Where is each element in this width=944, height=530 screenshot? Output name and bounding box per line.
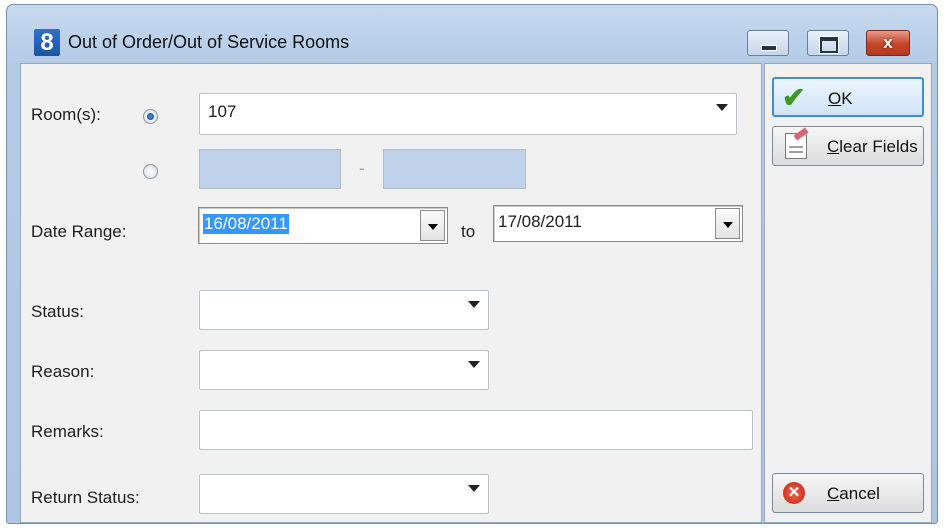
return-status-label: Return Status: [31, 488, 140, 507]
eraser-icon [785, 133, 807, 159]
title-bar[interactable]: 8 Out of Order/Out of Service Rooms x [7, 5, 937, 63]
maximize-button[interactable] [807, 30, 849, 56]
maximize-icon [820, 37, 838, 53]
chevron-down-icon[interactable] [468, 485, 480, 492]
calendar-dropdown-icon[interactable] [420, 210, 445, 241]
app-icon: 8 [34, 29, 60, 56]
action-panel: ✔ OK Clear Fields ✕ Cancel [764, 63, 932, 523]
date-to-value: 17/08/2011 [498, 212, 582, 231]
window-title: Out of Order/Out of Service Rooms [68, 32, 350, 52]
reason-combo[interactable] [199, 350, 489, 390]
close-icon: x [883, 33, 893, 52]
status-label: Status: [31, 302, 84, 321]
date-from-value: 16/08/2011 [203, 214, 289, 234]
reason-label: Reason: [31, 362, 95, 381]
chevron-down-icon[interactable] [468, 361, 480, 368]
range-separator: - [359, 159, 365, 178]
room-value: 107 [208, 102, 237, 121]
chevron-down-icon[interactable] [716, 104, 728, 111]
return-status-combo[interactable] [199, 474, 489, 514]
to-label: to [461, 222, 476, 241]
room-single-radio[interactable] [143, 109, 158, 124]
rooms-label: Room(s): [31, 105, 101, 124]
ok-button[interactable]: ✔ OK [772, 77, 924, 117]
date-from-picker[interactable]: 16/08/2011 [198, 207, 448, 244]
room-range-from-input[interactable] [199, 149, 341, 189]
cancel-button-label: Cancel [827, 484, 880, 503]
remarks-label: Remarks: [31, 422, 104, 441]
minimize-icon [761, 45, 777, 51]
clear-fields-button[interactable]: Clear Fields [772, 126, 924, 166]
room-range-radio[interactable] [143, 164, 158, 179]
remarks-field[interactable] [199, 410, 753, 450]
status-combo[interactable] [199, 290, 489, 330]
close-button[interactable]: x [866, 30, 910, 56]
room-combo[interactable]: 107 [199, 93, 737, 135]
cancel-button[interactable]: ✕ Cancel [772, 473, 924, 513]
ok-button-label: OK [828, 89, 853, 108]
minimize-button[interactable] [747, 30, 789, 56]
checkmark-icon: ✔ [782, 82, 806, 113]
date-to-picker[interactable]: 17/08/2011 [493, 205, 743, 242]
chevron-down-icon[interactable] [468, 301, 480, 308]
calendar-dropdown-icon[interactable] [715, 208, 740, 239]
form-panel: Room(s): 107 - Date Range: 16/08/2011 to… [20, 63, 762, 523]
cancel-icon: ✕ [783, 482, 805, 504]
date-range-label: Date Range: [31, 222, 127, 241]
dialog-window: 8 Out of Order/Out of Service Rooms x Ro… [6, 4, 938, 524]
room-range-to-input[interactable] [383, 149, 526, 189]
clear-fields-button-label: Clear Fields [827, 137, 918, 156]
